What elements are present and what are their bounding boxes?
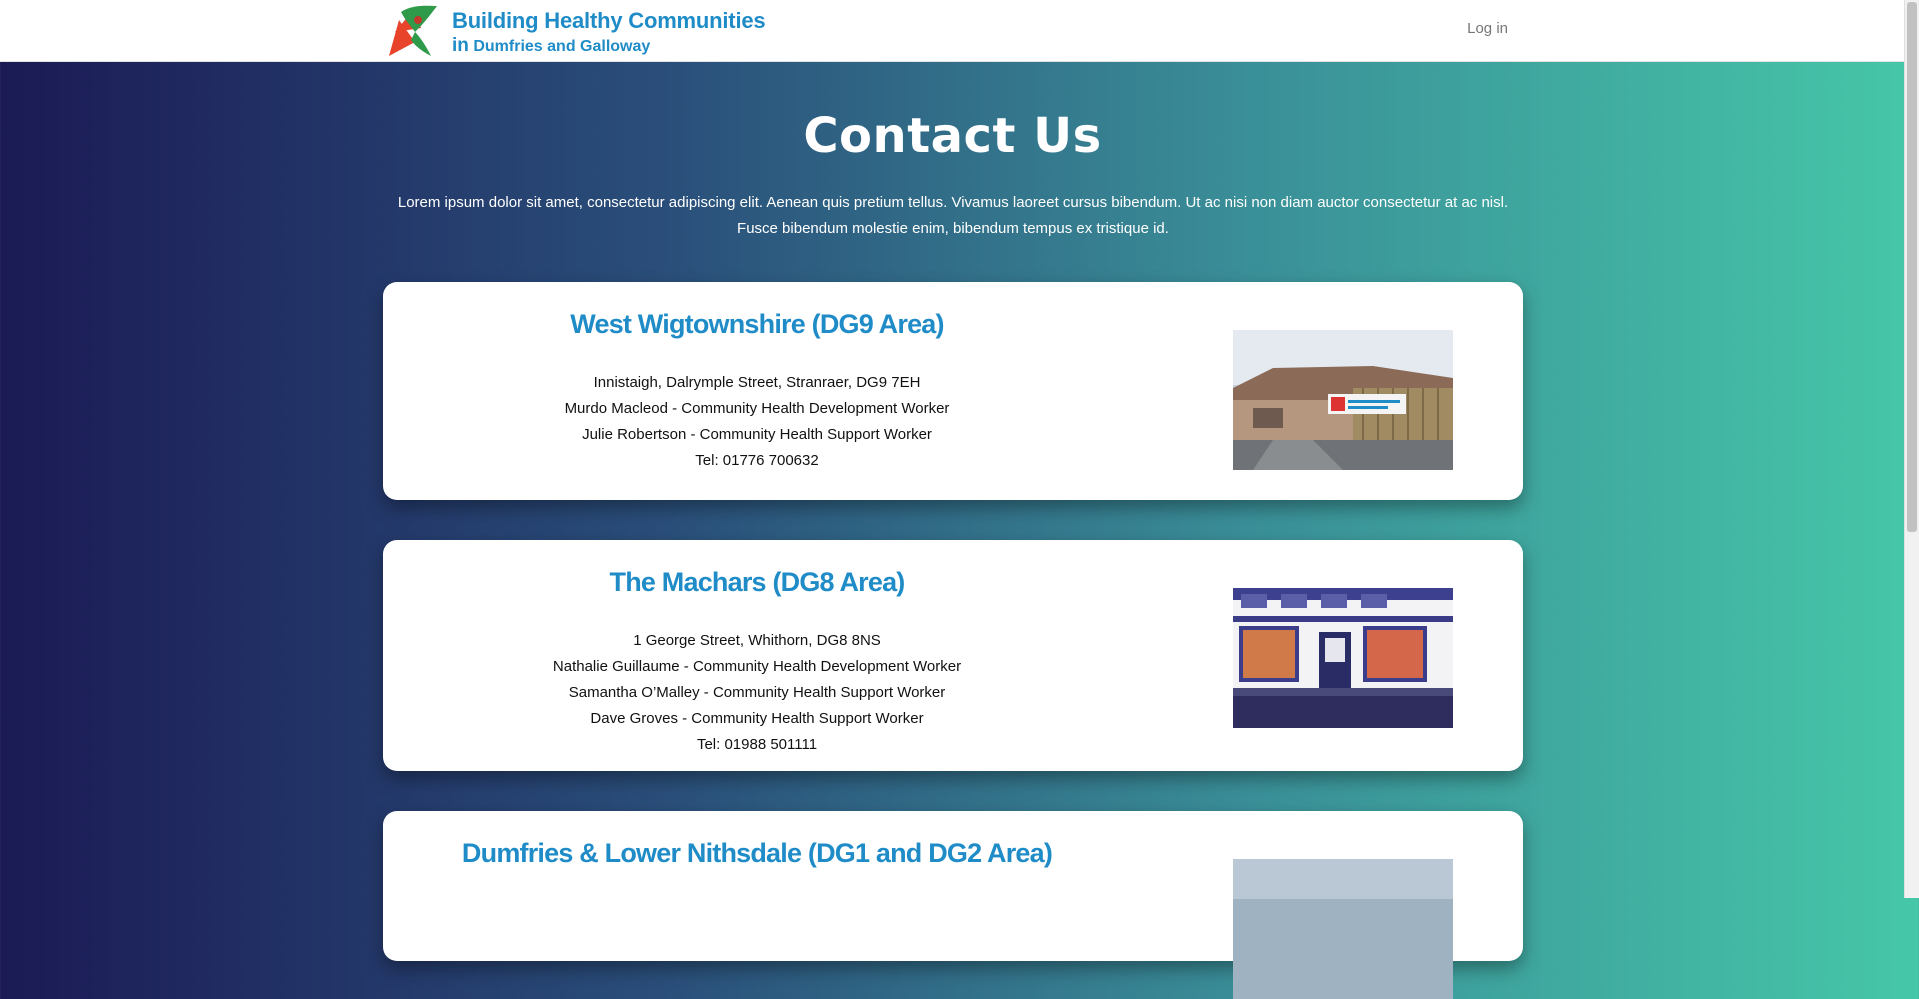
page-scrollbar[interactable]: [1904, 0, 1919, 898]
card-title: The Machars (DG8 Area): [609, 567, 906, 597]
contact-card-dg8: The Machars (DG8 Area) 1 George Street, …: [383, 540, 1523, 771]
card-title: West Wigtownshire (DG9 Area): [570, 309, 944, 339]
logo-sub-in: in: [452, 35, 469, 56]
card-staff: Nathalie Guillaume - Community Health De…: [552, 658, 962, 675]
intro-line-1: Lorem ipsum dolor sit amet, consectetur …: [397, 194, 1509, 211]
logo-subtitle: in Dumfries and Galloway: [452, 36, 765, 55]
site-header: Building Healthy Communities in Dumfries…: [0, 0, 1905, 62]
scrollbar-thumb[interactable]: [1907, 2, 1917, 532]
contact-card-dg9: West Wigtownshire (DG9 Area) Innistaigh,…: [383, 282, 1523, 500]
logo-icon: [389, 5, 437, 56]
card-phone: Tel: 01776 700632: [695, 452, 819, 469]
card-title: Dumfries & Lower Nithsdale (DG1 and DG2 …: [461, 838, 1053, 868]
logo-title: Building Healthy Communities: [452, 8, 766, 33]
page-title: Contact Us: [803, 108, 1102, 164]
card-photo-stranraer: [1233, 330, 1453, 470]
shopfront-photo-image: [1233, 588, 1453, 728]
card-staff: Murdo Macleod - Community Health Develop…: [564, 400, 950, 417]
building-photo-image: [1233, 330, 1453, 470]
dumfries-photo-image: [1233, 859, 1453, 999]
card-address: 1 George Street, Whithorn, DG8 8NS: [633, 632, 881, 649]
card-staff: Dave Groves - Community Health Support W…: [590, 710, 924, 727]
login-link[interactable]: Log in: [1467, 20, 1508, 37]
site-logo[interactable]: Building Healthy Communities in Dumfries…: [385, 2, 766, 58]
card-photo-dumfries: [1233, 859, 1453, 999]
logo-sub-place: Dumfries and Galloway: [473, 38, 651, 55]
card-staff: Samantha O’Malley - Community Health Sup…: [568, 684, 946, 701]
intro-text: Lorem ipsum dolor sit amet, consectetur …: [383, 190, 1523, 242]
card-staff: Julie Robertson - Community Health Suppo…: [582, 426, 932, 443]
card-photo-whithorn: [1233, 588, 1453, 728]
card-phone: Tel: 01988 501111: [696, 736, 818, 753]
card-address: Innistaigh, Dalrymple Street, Stranraer,…: [593, 374, 921, 391]
intro-line-2: Fusce bibendum molestie enim, bibendum t…: [737, 220, 1169, 237]
contact-card-dg1-dg2: Dumfries & Lower Nithsdale (DG1 and DG2 …: [383, 811, 1523, 999]
